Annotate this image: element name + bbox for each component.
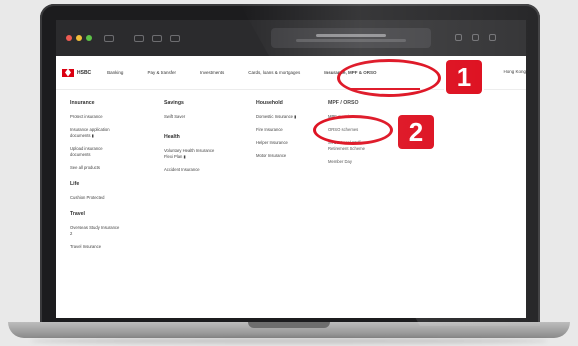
menu-link[interactable]: Upload insurance documents bbox=[70, 146, 150, 158]
annotation-circle-nav bbox=[337, 59, 441, 97]
nav-item-banking[interactable]: Banking bbox=[107, 70, 123, 75]
address-bar-subtext bbox=[296, 39, 406, 42]
tab-overview-icon[interactable] bbox=[170, 34, 180, 42]
menu-heading-travel: Travel bbox=[70, 211, 85, 217]
menu-heading-life: Life bbox=[70, 181, 80, 187]
menu-link[interactable]: Member Day bbox=[328, 159, 408, 165]
menu-heading-mpf-orso: MPF / ORSO bbox=[328, 100, 359, 106]
nav-item-pay-transfer[interactable]: Pay & transfer bbox=[147, 70, 176, 75]
back-icon[interactable] bbox=[134, 34, 144, 42]
nav-item-investments[interactable]: Investments bbox=[200, 70, 224, 75]
minimize-window-icon[interactable] bbox=[76, 35, 82, 41]
menu-heading-insurance: Insurance bbox=[70, 100, 95, 106]
menu-column-savings-health: Savings Swift Saver Health Voluntary Hea… bbox=[164, 100, 244, 180]
browser-toolbar bbox=[56, 20, 526, 56]
menu-link[interactable]: Helper Insurance bbox=[256, 140, 331, 146]
menu-link[interactable]: Overseas Study Insurance 2 bbox=[70, 225, 150, 237]
menu-column-insurance: Insurance Protect insurance Insurance ap… bbox=[70, 100, 150, 257]
maximize-window-icon[interactable] bbox=[86, 35, 92, 41]
hsbc-logo[interactable]: HSBC bbox=[62, 68, 92, 77]
menu-link[interactable]: Voluntary Health Insurance Flexi Plan ▮ bbox=[164, 148, 244, 160]
new-tab-icon[interactable] bbox=[472, 34, 479, 41]
menu-link[interactable]: Protect insurance bbox=[70, 114, 150, 120]
share-icon[interactable] bbox=[455, 34, 462, 41]
close-window-icon[interactable] bbox=[66, 35, 72, 41]
forward-icon[interactable] bbox=[152, 34, 162, 42]
sidebar-toggle-icon[interactable] bbox=[104, 34, 114, 42]
address-bar[interactable] bbox=[271, 28, 431, 48]
nav-item-cards-loans[interactable]: Cards, loans & mortgages bbox=[248, 70, 300, 75]
region-selector[interactable]: Hong Kong bbox=[503, 69, 526, 74]
menu-link[interactable]: Accident Insurance bbox=[164, 167, 244, 173]
hexagon-logo-icon bbox=[62, 68, 74, 77]
menu-heading-household: Household bbox=[256, 100, 283, 106]
annotation-circle-mpf-overview bbox=[313, 115, 393, 145]
menu-heading-savings: Savings bbox=[164, 100, 184, 106]
browser-actions bbox=[455, 34, 496, 41]
address-bar-text bbox=[316, 34, 386, 37]
logo-text: HSBC bbox=[77, 69, 92, 76]
web-page: HSBC Banking Pay & transfer Investments … bbox=[56, 56, 526, 318]
menu-link[interactable]: Cushion Protected bbox=[70, 195, 150, 201]
menu-link[interactable]: Motor Insurance bbox=[256, 153, 331, 159]
laptop-notch bbox=[248, 322, 330, 328]
menu-link[interactable]: Domestic Insurance ▮ bbox=[256, 114, 331, 120]
menu-link[interactable]: See all products bbox=[70, 165, 150, 171]
menu-link[interactable]: Swift Saver bbox=[164, 114, 244, 120]
annotation-badge-2: 2 bbox=[398, 115, 434, 149]
menu-heading-health: Health bbox=[164, 134, 180, 140]
laptop-shadow bbox=[30, 338, 548, 344]
tabs-icon[interactable] bbox=[489, 34, 496, 41]
menu-link[interactable]: Insurance application documents ▮ bbox=[70, 127, 150, 139]
menu-link[interactable]: Travel Insurance bbox=[70, 244, 150, 250]
annotation-badge-1: 1 bbox=[446, 60, 482, 94]
